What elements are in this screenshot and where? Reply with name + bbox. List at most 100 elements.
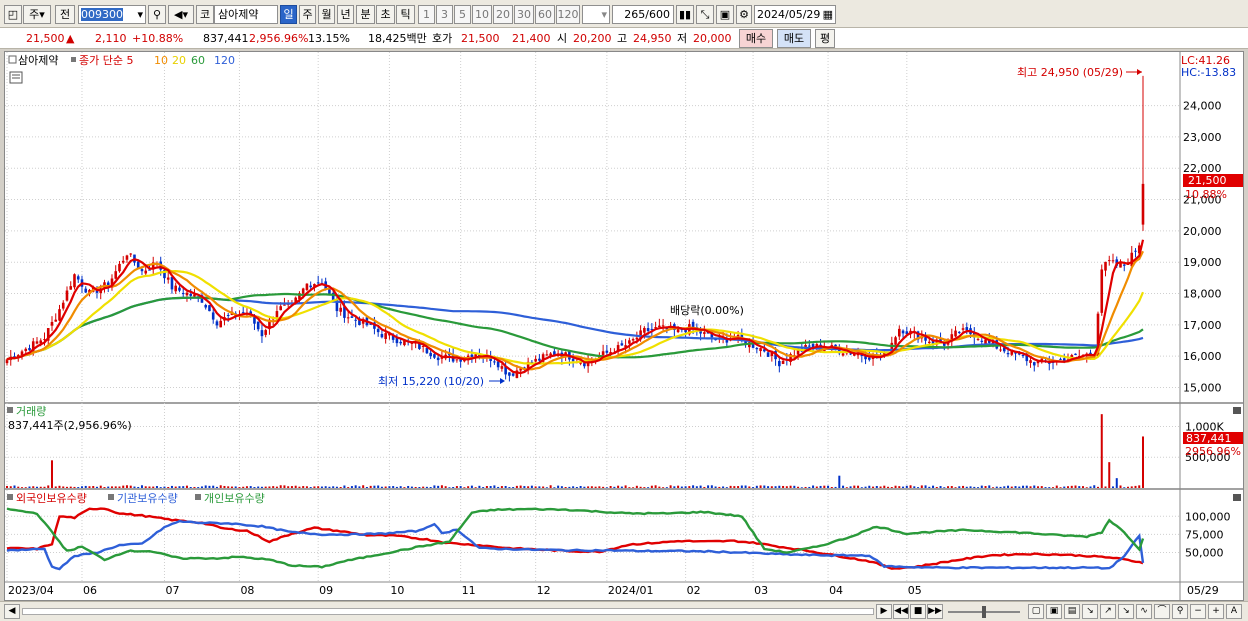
rewind-icon[interactable]: ◀◀ — [893, 604, 909, 619]
scroll-right-icon[interactable]: ▶ — [876, 604, 892, 619]
volume-bar — [613, 486, 616, 488]
volume-bar — [260, 486, 263, 488]
volume-bar — [414, 486, 417, 488]
volume-bar — [1070, 485, 1073, 488]
volume-bar — [294, 485, 297, 488]
candle-body — [380, 334, 384, 338]
volume-bar — [774, 486, 777, 488]
search-icon[interactable]: ⚲ — [1172, 604, 1188, 619]
volume-bar — [883, 485, 886, 488]
volume-bar — [1108, 462, 1111, 488]
volume-bar — [992, 487, 995, 488]
layout-icon[interactable]: ◰ — [4, 5, 22, 24]
save-icon[interactable]: ▣ — [716, 5, 734, 24]
volume-bar — [572, 486, 575, 488]
volume-bar — [485, 486, 488, 488]
draw-tool-icon[interactable]: ⤡ — [696, 5, 714, 24]
eval-button[interactable]: 평 — [815, 29, 835, 48]
volume-bar — [448, 487, 451, 488]
interval-1[interactable]: 1 — [418, 5, 435, 24]
market-code-type[interactable]: 코 — [196, 5, 214, 24]
date-field[interactable]: 2024/05/29 ▦ — [754, 5, 836, 24]
buy-button[interactable]: 매수 — [739, 29, 773, 48]
volume-bar — [1033, 485, 1036, 488]
speaker-icon[interactable]: ◀▾ — [168, 5, 194, 24]
sell-button[interactable]: 매도 — [777, 29, 811, 48]
volume-bar — [369, 485, 372, 488]
volume-bar — [530, 485, 533, 488]
price-change-pct: +10.88% — [132, 32, 184, 45]
stop-icon[interactable]: ■ — [910, 604, 926, 619]
volume-bar — [399, 486, 402, 488]
interval-60[interactable]: 60 — [535, 5, 555, 24]
fast-forward-icon[interactable]: ▶▶ — [927, 604, 943, 619]
interval-3[interactable]: 3 — [436, 5, 453, 24]
count-field[interactable]: 265/600 — [612, 5, 674, 24]
gear-icon[interactable]: ⚙ — [736, 5, 752, 24]
volume-panel-close-icon[interactable] — [1233, 407, 1241, 414]
x-tick-label: 05 — [908, 584, 922, 597]
zoom-in-icon[interactable]: + — [1208, 604, 1224, 619]
volume-bar — [170, 485, 173, 488]
candle-body — [279, 306, 282, 311]
volume-bar — [553, 487, 556, 488]
period-second[interactable]: 초 — [376, 5, 395, 24]
holdings-panel-close-icon[interactable] — [1233, 494, 1241, 501]
period-tick[interactable]: 틱 — [396, 5, 415, 24]
volume-bar — [707, 485, 710, 488]
candle-body — [1006, 352, 1010, 355]
candle-type-icon[interactable]: ▮▮ — [676, 5, 694, 24]
period-year[interactable]: 년 — [337, 5, 354, 24]
period-month[interactable]: 월 — [318, 5, 335, 24]
tool-icon[interactable]: ▤ — [1064, 604, 1080, 619]
interval-120[interactable]: 120 — [556, 5, 580, 24]
period-day[interactable]: 일 — [280, 5, 297, 24]
volume-bar — [219, 485, 222, 488]
volume-bar — [99, 485, 102, 488]
volume-bar — [965, 486, 968, 488]
volume-bar — [54, 486, 57, 488]
trendline-icon[interactable]: ↘ — [1082, 604, 1098, 619]
candle-body — [328, 288, 331, 294]
zoom-out-icon[interactable]: − — [1190, 604, 1206, 619]
volume-bar — [1025, 485, 1028, 488]
text-tool-icon[interactable]: A — [1226, 604, 1242, 619]
volume-bar — [320, 486, 323, 488]
volume-bar — [463, 487, 466, 488]
candle-body — [646, 328, 650, 332]
trendline-icon[interactable]: ↘ — [1118, 604, 1134, 619]
volume-bar — [804, 486, 807, 488]
candle-body — [755, 348, 759, 350]
stock-code-input[interactable]: 009300 ▾ — [78, 5, 146, 24]
interval-custom[interactable]: ▾ — [582, 5, 610, 24]
stock-name-field[interactable]: 삼아제약 — [214, 5, 278, 24]
zoom-slider-handle[interactable] — [982, 606, 986, 618]
period-minute[interactable]: 분 — [356, 5, 375, 24]
tool-icon[interactable]: ▣ — [1046, 604, 1062, 619]
interval-30[interactable]: 30 — [514, 5, 534, 24]
volume-bar — [204, 485, 207, 488]
search-icon[interactable]: ⚲ — [148, 5, 166, 24]
interval-10[interactable]: 10 — [472, 5, 492, 24]
trendline-icon[interactable]: ↗ — [1100, 604, 1116, 619]
volume-bar — [988, 485, 991, 488]
quote-label: 호가 — [432, 32, 453, 45]
interval-5[interactable]: 5 — [454, 5, 471, 24]
scroll-left-icon[interactable]: ◀ — [4, 604, 20, 619]
tool-icon[interactable]: ▢ — [1028, 604, 1044, 619]
interval-20[interactable]: 20 — [493, 5, 513, 24]
chart-svg[interactable]: 2023/04 06 07 08 09 10 11 12 2024/01 02 03 04 05 05/2… — [5, 52, 1243, 600]
drawing-icon[interactable]: ⌒ — [1154, 604, 1170, 619]
prev-button[interactable]: 전 — [55, 5, 75, 24]
volume-bar — [598, 486, 601, 488]
candle-body — [425, 347, 429, 354]
candle-body — [1104, 261, 1107, 271]
chart-area[interactable]: 2023/04 06 07 08 09 10 11 12 2024/01 02 03 04 05 05/2… — [4, 51, 1244, 601]
drawing-icon[interactable]: ∿ — [1136, 604, 1152, 619]
candle-body — [384, 333, 387, 339]
candle-body — [1021, 354, 1025, 357]
period-week[interactable]: 주 — [299, 5, 316, 24]
volume-bar — [1059, 487, 1062, 488]
market-select[interactable]: 주▾ — [23, 5, 51, 24]
scrollbar-track[interactable] — [22, 608, 874, 615]
